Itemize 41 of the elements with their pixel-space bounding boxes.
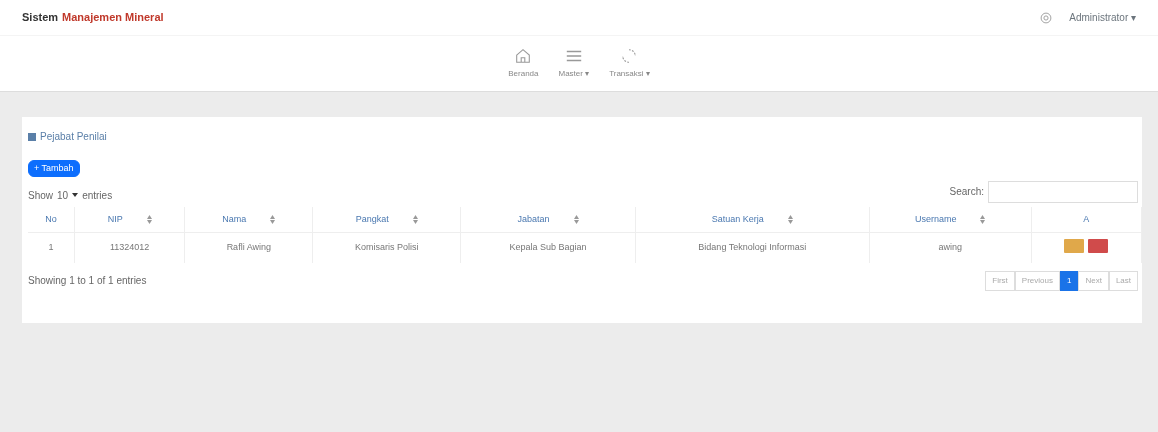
table-cell: awing [869, 232, 1032, 263]
column-header[interactable]: Satuan Kerja [635, 206, 870, 233]
search-field[interactable] [988, 180, 1138, 203]
user-menu[interactable]: Administrator ▾ [1069, 10, 1136, 25]
add-button[interactable]: + Tambah [28, 160, 80, 177]
table-cell: Rafli Awing [184, 232, 313, 263]
pagination-button[interactable]: First [985, 270, 1015, 291]
column-header[interactable]: Username [869, 206, 1032, 233]
nav-item[interactable]: Beranda [498, 47, 549, 80]
column-header[interactable]: A [1031, 206, 1142, 233]
caret-icon [72, 193, 79, 198]
table-cell: Komisaris Polisi [312, 232, 461, 263]
pagination-button[interactable]: Previous [1014, 270, 1060, 291]
pagination-button[interactable]: Next [1078, 270, 1109, 291]
show-label: Show [28, 188, 53, 203]
brand-title: Sistem [22, 10, 59, 26]
nav-item[interactable]: Master ▾ [548, 47, 600, 80]
home-icon [514, 47, 533, 65]
page-length-select[interactable]: 10 [57, 187, 79, 203]
table-cell: Bidang Teknologi Informasi [635, 232, 870, 263]
nav-item[interactable]: Transaksi ▾ [599, 47, 660, 80]
entries-label: entries [82, 188, 113, 203]
pagination-button[interactable]: Last [1108, 270, 1138, 291]
edit-button[interactable] [1064, 239, 1085, 254]
pagination-button[interactable]: 1 [1059, 270, 1079, 291]
search-label: Search: [949, 185, 984, 200]
column-header[interactable]: Jabatan [460, 206, 636, 233]
refresh-icon [620, 47, 639, 65]
table-icon [28, 132, 36, 141]
brand-subtitle: Manajemen Mineral [62, 10, 164, 26]
column-header[interactable]: Nama [184, 206, 313, 233]
column-header[interactable]: Pangkat [312, 206, 461, 233]
table-info: Showing 1 to 1 of 1 entries [28, 274, 147, 289]
settings-icon[interactable] [1039, 10, 1054, 25]
delete-button[interactable] [1088, 239, 1109, 254]
panel-title: Pejabat Penilai [40, 130, 107, 144]
table-cell: 11324012 [74, 232, 185, 263]
table-cell: Kepala Sub Bagian [460, 232, 636, 263]
column-header[interactable]: No [28, 206, 75, 233]
column-header[interactable]: NIP [74, 206, 185, 233]
table-cell: 1 [28, 232, 75, 263]
